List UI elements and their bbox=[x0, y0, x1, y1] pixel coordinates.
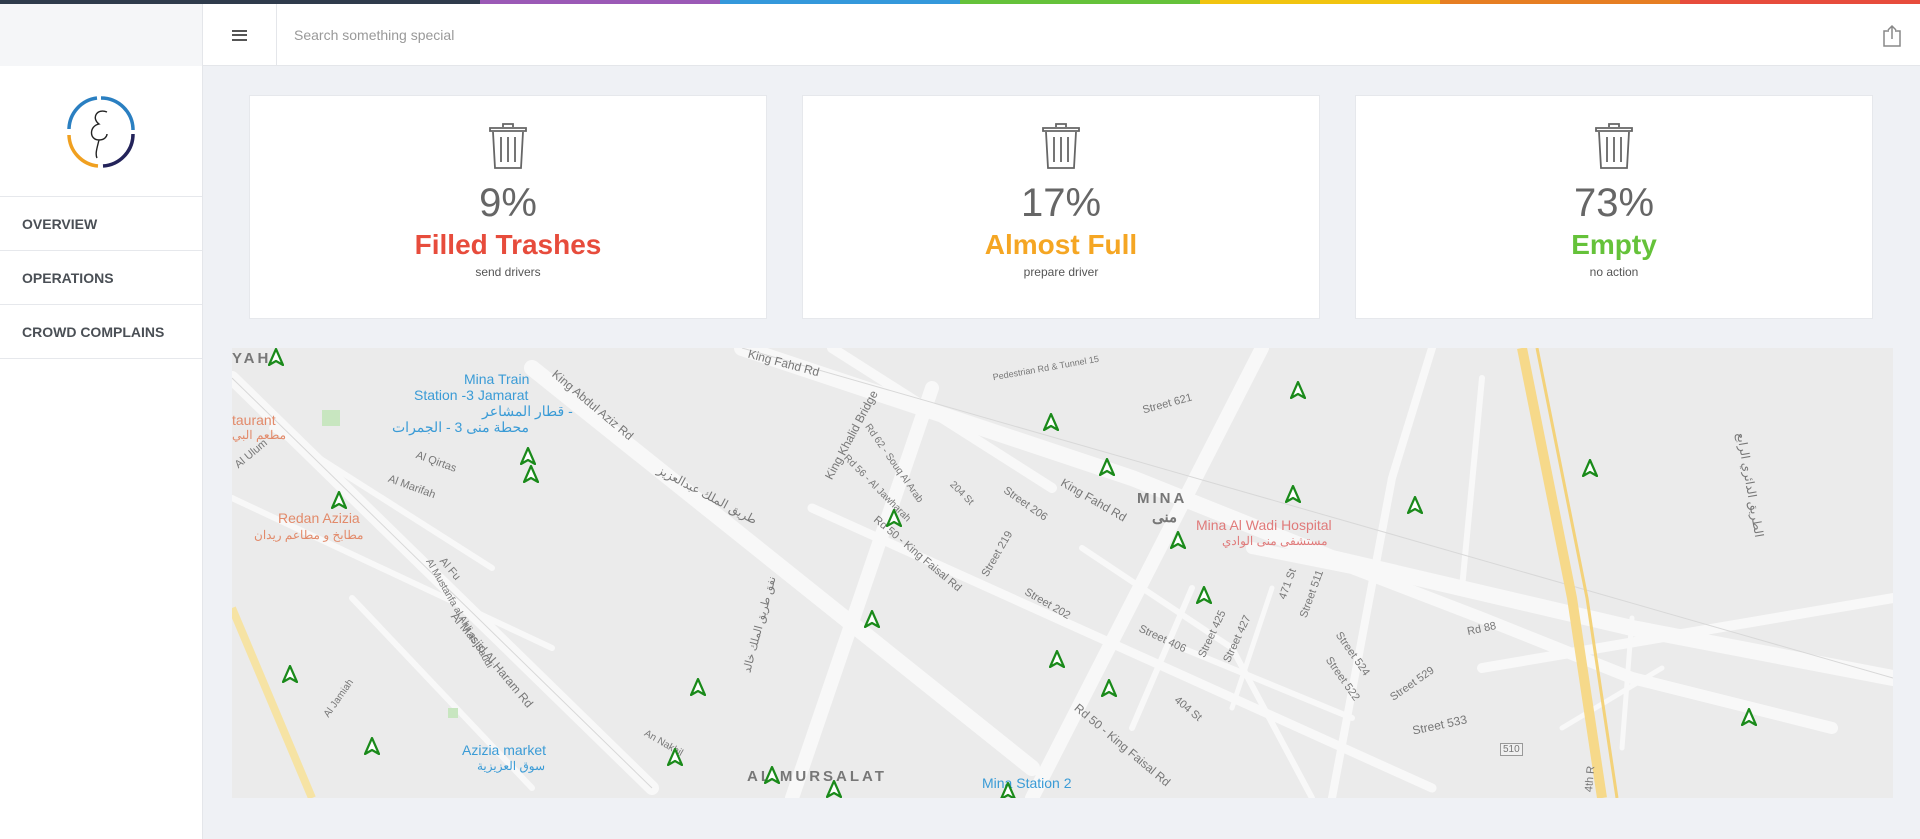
stat-percent: 9% bbox=[479, 181, 537, 225]
filled-trashes-card: 9% Filled Trashes send drivers bbox=[249, 95, 767, 319]
trash-map[interactable]: YAH Mina Train Station -3 Jamarat قطار ا… bbox=[232, 348, 1893, 798]
trash-bin-icon bbox=[1595, 123, 1633, 169]
trash-location-marker-icon[interactable] bbox=[1741, 708, 1757, 726]
trash-location-marker-icon[interactable] bbox=[1101, 679, 1117, 697]
share-export-icon bbox=[1883, 24, 1901, 47]
sidebar-item-label: OVERVIEW bbox=[22, 215, 98, 232]
trash-location-marker-icon[interactable] bbox=[667, 748, 683, 766]
brand-logo[interactable] bbox=[67, 94, 135, 170]
stat-hint: send drivers bbox=[475, 265, 541, 279]
poi-mina-station-2: Mina Station 2 bbox=[982, 775, 1072, 791]
stat-status: Filled Trashes bbox=[414, 229, 602, 260]
trash-location-marker-icon[interactable] bbox=[1000, 782, 1016, 798]
trash-bin-icon bbox=[489, 123, 527, 169]
map-district-mina-ar: منى bbox=[1152, 509, 1178, 526]
poi-mina-train: Mina Train bbox=[464, 371, 530, 387]
route-shield: 510 bbox=[1500, 743, 1523, 756]
sidebar-item-label: CROWD COMPLAINS bbox=[22, 323, 165, 340]
stat-percent: 73% bbox=[1573, 181, 1655, 225]
top-color-strip bbox=[0, 0, 1920, 4]
trash-location-marker-icon[interactable] bbox=[1290, 381, 1306, 399]
sidebar-item-overview[interactable]: OVERVIEW bbox=[0, 196, 202, 250]
stat-status: Almost Full bbox=[984, 229, 1138, 260]
sidebar-item-operations[interactable]: OPERATIONS bbox=[0, 250, 202, 304]
almost-full-card: 17% Almost Full prepare driver bbox=[802, 95, 1320, 319]
poi-azizia-market: Azizia market bbox=[462, 742, 547, 758]
top-bar bbox=[0, 4, 1920, 66]
search-input[interactable] bbox=[278, 4, 1818, 66]
poi-redan-azizia-ar: مطابخ و مطاعم ريدان bbox=[254, 528, 364, 542]
trash-location-marker-icon[interactable] bbox=[764, 766, 780, 784]
street-label: 4th R bbox=[1583, 765, 1598, 793]
trash-bin-icon bbox=[1042, 123, 1080, 169]
trash-location-marker-icon[interactable] bbox=[523, 465, 539, 483]
poi-station-jamarat: Station -3 Jamarat bbox=[414, 387, 529, 403]
trash-location-marker-icon[interactable] bbox=[331, 491, 347, 509]
sidebar-item-label: OPERATIONS bbox=[22, 269, 114, 286]
poi-mina-al-wadi-hospital: Mina Al Wadi Hospital bbox=[1196, 517, 1332, 533]
trash-location-marker-icon[interactable] bbox=[826, 780, 842, 798]
trash-location-marker-icon[interactable] bbox=[1285, 485, 1301, 503]
menu-toggle-button[interactable] bbox=[203, 4, 277, 66]
trash-location-marker-icon[interactable] bbox=[1170, 531, 1186, 549]
trash-location-marker-icon[interactable] bbox=[864, 610, 880, 628]
poi-mina-train-ar: قطار المشاعر - bbox=[482, 403, 573, 419]
sidebar-nav: OVERVIEW OPERATIONS CROWD COMPLAINS bbox=[0, 196, 202, 359]
brand-area bbox=[0, 4, 203, 66]
trash-location-marker-icon[interactable] bbox=[1043, 413, 1059, 431]
stat-percent: 17% bbox=[1020, 181, 1102, 225]
trash-location-marker-icon[interactable] bbox=[886, 509, 902, 527]
trash-location-marker-icon[interactable] bbox=[1099, 458, 1115, 476]
trash-location-marker-icon[interactable] bbox=[268, 348, 284, 366]
poi-hospital-ar: مستشفى منى الوادي bbox=[1222, 534, 1328, 548]
stat-hint: prepare driver bbox=[1023, 265, 1099, 279]
sidebar-item-crowd-complains[interactable]: CROWD COMPLAINS bbox=[0, 304, 202, 359]
poi-restaurant: taurant bbox=[232, 412, 276, 428]
stat-status: Empty bbox=[1571, 229, 1657, 260]
trash-location-marker-icon[interactable] bbox=[364, 737, 380, 755]
trash-location-marker-icon[interactable] bbox=[690, 678, 706, 696]
trash-location-marker-icon[interactable] bbox=[1582, 459, 1598, 477]
hamburger-icon bbox=[232, 29, 247, 41]
map-district-label: YAH bbox=[232, 350, 272, 367]
stat-hint: no action bbox=[1589, 265, 1639, 279]
trash-location-marker-icon[interactable] bbox=[282, 665, 298, 683]
poi-azizia-market-ar: سوق العزيزية bbox=[477, 759, 546, 773]
poi-redan-azizia: Redan Azizia bbox=[278, 510, 360, 526]
trash-location-marker-icon[interactable] bbox=[520, 447, 536, 465]
share-button[interactable] bbox=[1880, 24, 1904, 48]
poi-mina-train-ar2: محطة منى 3 - الجمرات bbox=[392, 419, 530, 435]
empty-card: 73% Empty no action bbox=[1355, 95, 1873, 319]
sidebar: OVERVIEW OPERATIONS CROWD COMPLAINS bbox=[0, 66, 203, 839]
trash-location-marker-icon[interactable] bbox=[1049, 650, 1065, 668]
map-district-mina: MINA bbox=[1137, 490, 1188, 507]
trash-location-marker-icon[interactable] bbox=[1196, 586, 1212, 604]
brand-logo-icon bbox=[67, 96, 135, 168]
trash-location-marker-icon[interactable] bbox=[1407, 496, 1423, 514]
